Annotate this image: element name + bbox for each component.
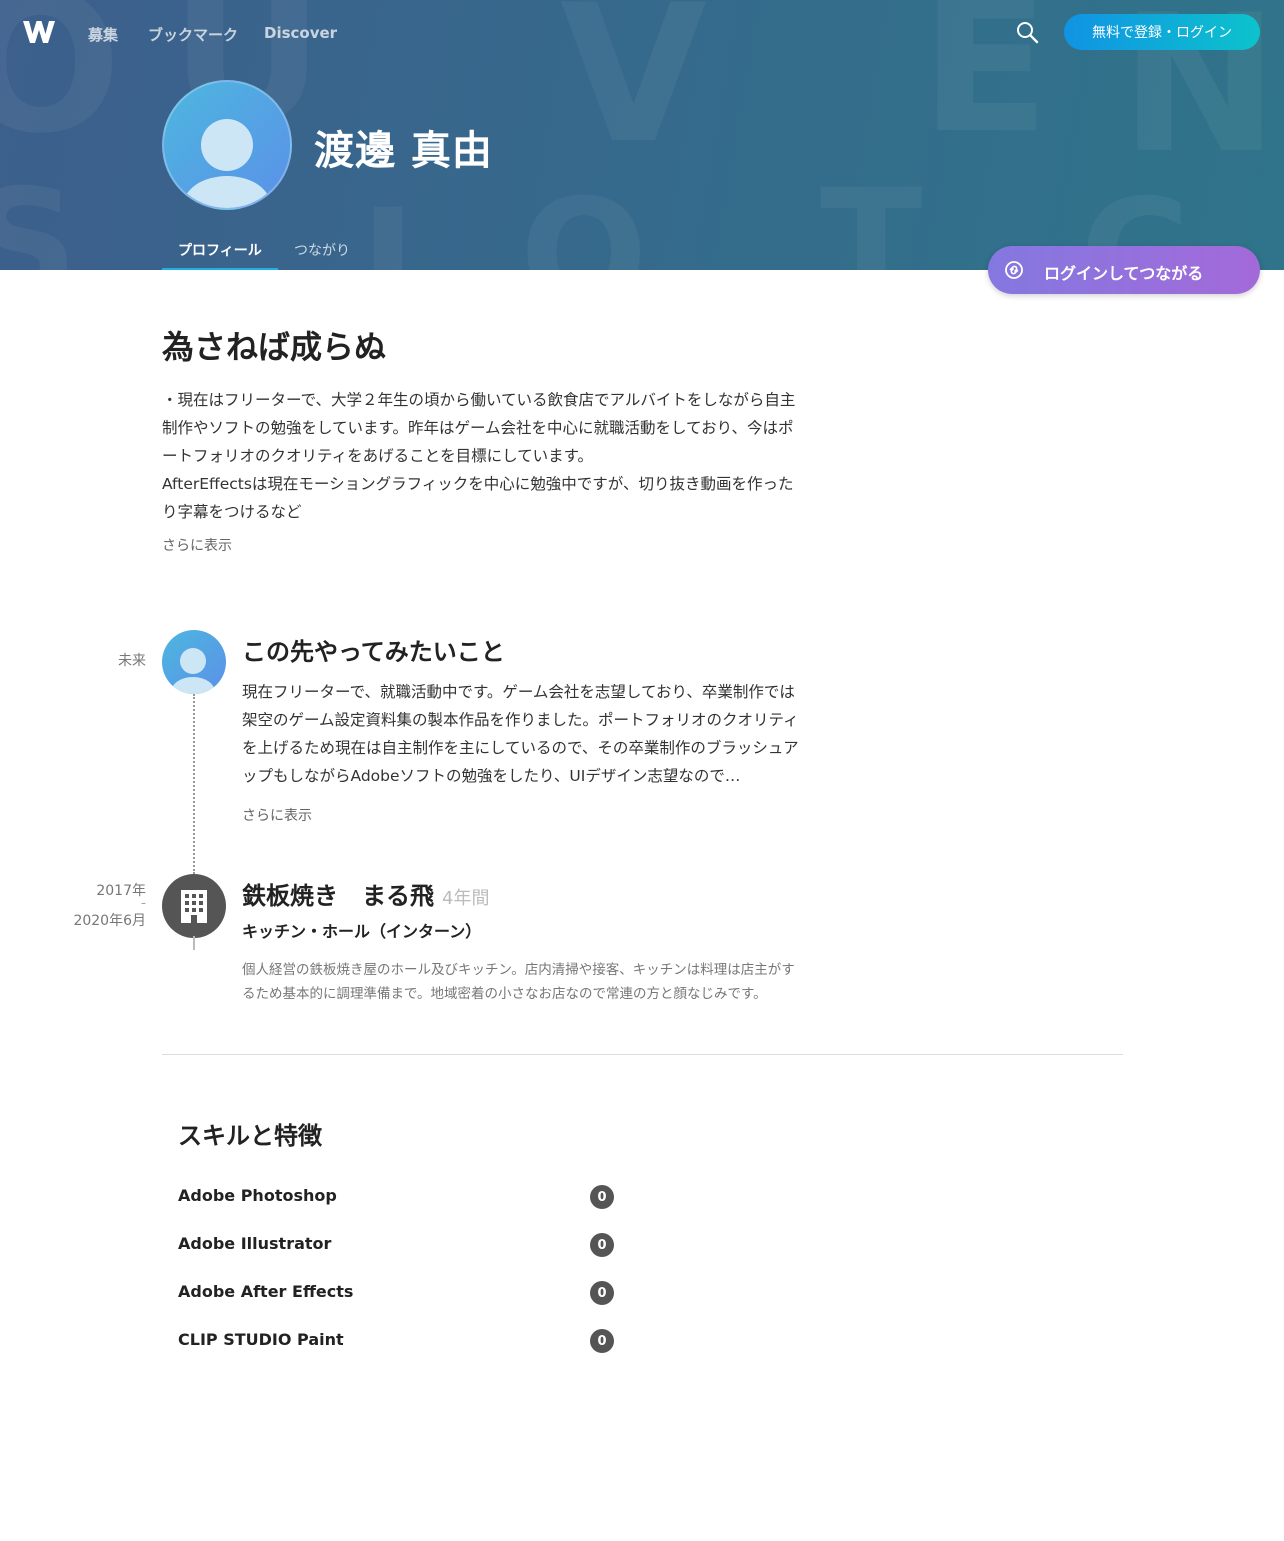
job-date-start: 2017年 [96,883,146,899]
top-navigation: 募集 ブックマーク Discover 無料で登録・ログイン [0,0,1284,68]
job-date-end: 2020年6月 [73,913,146,929]
job-duration: 4年間 [442,888,490,909]
skill-row: Adobe Illustrator 0 [178,1230,618,1260]
link-icon [1005,261,1023,279]
job-title-line: 鉄板焼き まる飛 4年間 [242,876,489,911]
job-company-name: 鉄板焼き まる飛 [242,882,434,910]
section-divider [162,1054,1123,1055]
company-logo [162,874,226,938]
skills-title: スキルと特徴 [178,1122,322,1150]
skill-row: CLIP STUDIO Paint 0 [178,1326,618,1356]
tab-profile[interactable]: プロフィール [178,240,262,270]
tab-connections[interactable]: つながり [294,240,350,270]
skill-name: CLIP STUDIO Paint [178,1330,344,1349]
profile-name: 渡邊 真由 [314,128,493,174]
profile-avatar [162,80,292,210]
skill-endorse-count[interactable]: 0 [590,1233,614,1257]
skill-endorse-count[interactable]: 0 [590,1329,614,1353]
default-user-icon [183,119,271,208]
timeline-date-job: 2017年 – 2020年6月 [40,876,146,936]
profile-header: O U V E N S I O T C 募集 ブックマーク Discover 無… [0,0,1284,270]
nav-item-discover[interactable]: Discover [264,24,337,42]
skill-name: Adobe Illustrator [178,1234,332,1253]
nav-item-jobs[interactable]: 募集 [88,24,118,45]
timeline-avatar [162,630,226,694]
future-body: 現在フリーターで、就職活動中です。ゲーム会社を志望しており、卒業制作では架空のゲ… [242,683,799,785]
skill-row: Adobe After Effects 0 [178,1278,618,1308]
signup-login-button[interactable]: 無料で登録・ログイン [1064,14,1260,50]
search-icon[interactable] [1014,19,1042,47]
login-connect-label: ログインしてつながる [1044,264,1204,283]
skill-endorse-count[interactable]: 0 [590,1281,614,1305]
intro-show-more-link[interactable]: さらに表示 [162,535,232,555]
skill-row: Adobe Photoshop 0 [178,1182,618,1212]
job-role: キッチン・ホール（インターン） [242,922,482,941]
building-icon [181,890,207,923]
nav-item-bookmarks[interactable]: ブックマーク [148,24,238,45]
timeline-date-future: 未来 [118,653,146,669]
active-tab-indicator [162,268,278,270]
future-title: この先やってみたいこと [242,638,505,666]
job-description: 個人経営の鉄板焼き屋のホール及びキッチン。店内清掃や接客、キッチンは料理は店主が… [242,962,795,1002]
timeline-end-line [193,936,195,950]
default-user-icon [171,648,215,694]
login-connect-button[interactable]: ログインしてつながる [988,246,1260,294]
w-logo-icon[interactable] [22,18,56,46]
timeline-connector [193,694,195,874]
skill-endorse-count[interactable]: 0 [590,1185,614,1209]
intro-text: ・現在はフリーターで、大学２年生の頃から働いている飲食店でアルバイトをしながら自… [162,391,796,521]
future-show-more-link[interactable]: さらに表示 [242,805,312,825]
skill-name: Adobe After Effects [178,1282,354,1301]
skill-name: Adobe Photoshop [178,1186,337,1205]
profile-headline: 為さねば成らぬ [162,328,387,366]
